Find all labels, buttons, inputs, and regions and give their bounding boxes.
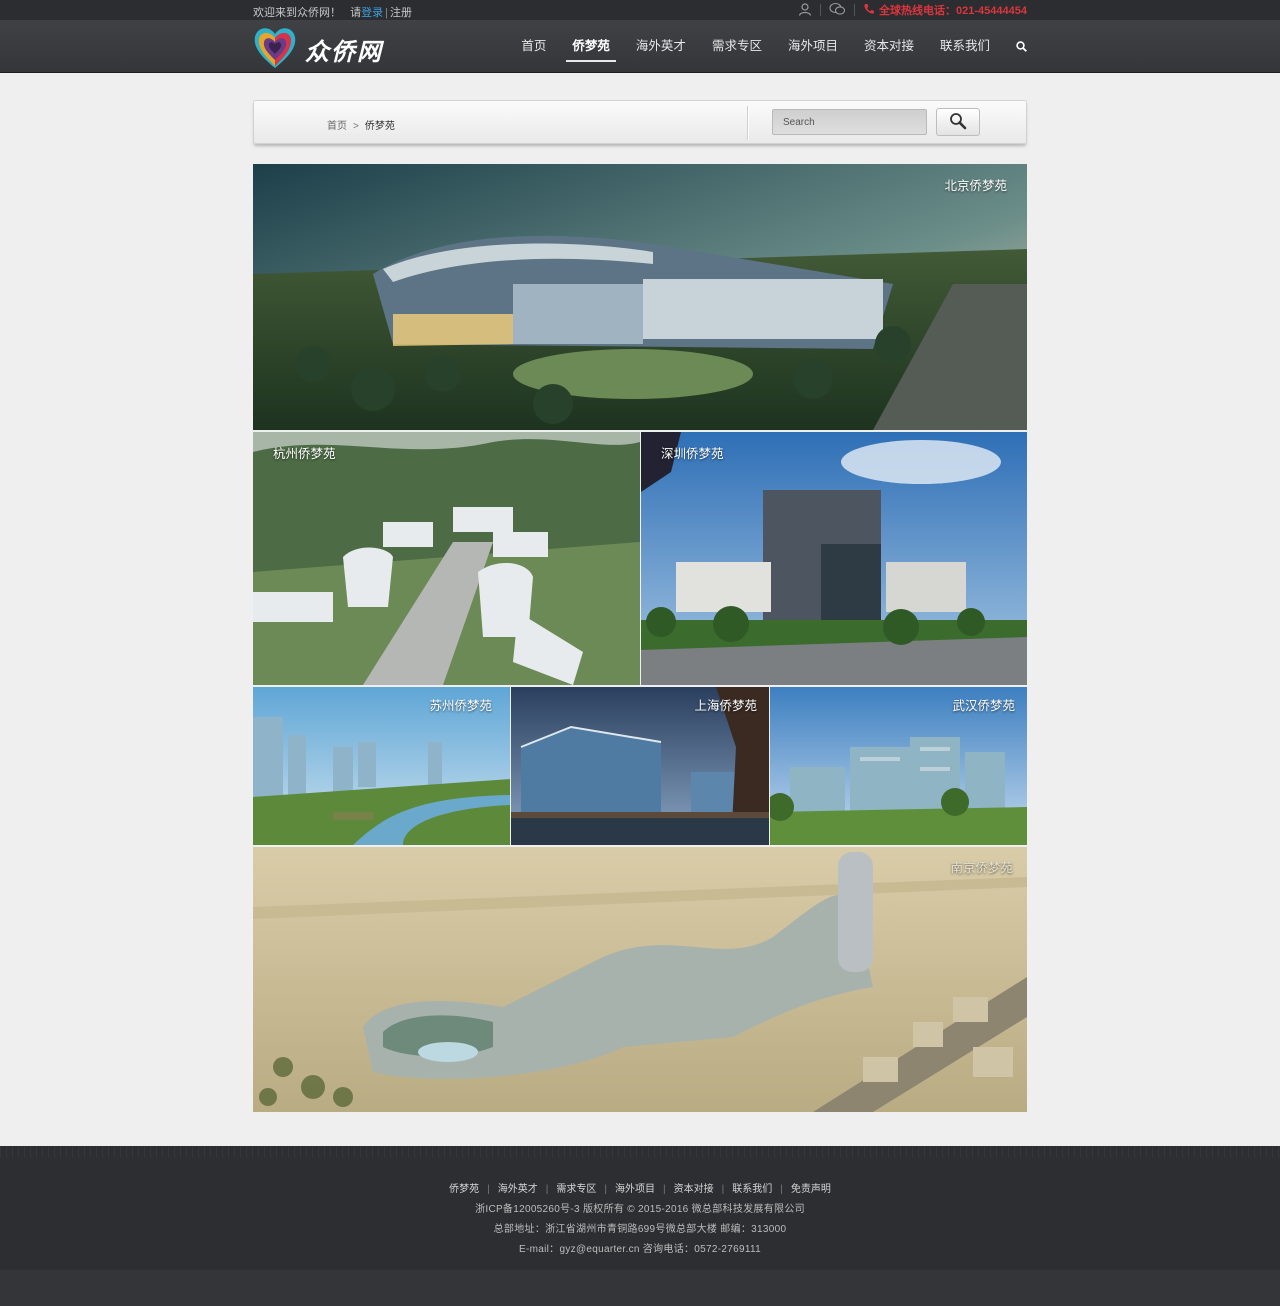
footer-address: 总部地址：浙江省湖州市青铜路699号微总部大楼 邮编：313000 bbox=[493, 1224, 787, 1235]
tile-hangzhou[interactable]: 杭州侨梦苑 bbox=[253, 432, 640, 685]
register-link[interactable]: 注册 bbox=[390, 7, 412, 19]
footer-link-qiaomengyuan[interactable]: 侨梦苑 bbox=[441, 1184, 487, 1195]
shenzhen-image bbox=[641, 432, 1027, 685]
hotline-text: 全球热线电话：021-45444454 bbox=[879, 5, 1027, 17]
please-text: 请 bbox=[350, 7, 362, 19]
tile-suzhou[interactable]: 苏州侨梦苑 bbox=[253, 687, 510, 845]
nav-item-home[interactable]: 首页 bbox=[508, 20, 559, 73]
footer-contact: E-mail：gyz@equarter.cn 咨询电话：0572-2769111 bbox=[519, 1244, 761, 1255]
site-header: 众侨网 首页 侨梦苑 海外英才 需求专区 海外项目 资本对接 联系我们 bbox=[0, 20, 1280, 73]
hotline: 全球热线电话：021-45444454 bbox=[863, 2, 1027, 18]
top-icons: 全球热线电话：021-45444454 bbox=[798, 2, 1027, 18]
footer-texture bbox=[0, 1146, 1280, 1158]
main-nav: 首页 侨梦苑 海外英才 需求专区 海外项目 资本对接 联系我们 bbox=[508, 20, 1027, 73]
tile-shenzhen[interactable]: 深圳侨梦苑 bbox=[641, 432, 1027, 685]
footer-links: 侨梦苑 | 海外英才 | 需求专区 | 海外项目 | 资本对接 | 联系我们 | 免责声明 bbox=[0, 1180, 1280, 1195]
breadcrumb-bar: 首页 > 侨梦苑 bbox=[253, 100, 1027, 144]
divider bbox=[854, 4, 856, 16]
tile-label-wuhan: 武汉侨梦苑 bbox=[952, 699, 1015, 713]
tile-nanjing[interactable]: 南京侨梦苑 bbox=[253, 847, 1027, 1112]
top-bar: 欢迎来到众侨网！ 请登录 | 注册 全球热线电话：021-45444454 bbox=[0, 0, 1280, 20]
footer-link-overseas-talent[interactable]: 海外英才 bbox=[490, 1184, 546, 1195]
search-button[interactable] bbox=[936, 108, 980, 136]
breadcrumb-current: 侨梦苑 bbox=[364, 121, 395, 132]
divider bbox=[747, 106, 749, 140]
tile-beijing[interactable]: 北京侨梦苑 bbox=[253, 164, 1027, 430]
auth-separator: | bbox=[385, 7, 389, 19]
logo-text[interactable]: 众侨网 bbox=[305, 32, 383, 67]
tile-label-shenzhen: 深圳侨梦苑 bbox=[661, 447, 724, 461]
footer-link-contact[interactable]: 联系我们 bbox=[724, 1184, 780, 1195]
footer-bottom-band bbox=[0, 1270, 1280, 1306]
search-input[interactable] bbox=[772, 109, 927, 135]
tile-label-shanghai: 上海侨梦苑 bbox=[694, 699, 757, 713]
nav-item-capital[interactable]: 资本对接 bbox=[851, 20, 927, 73]
breadcrumb-home[interactable]: 首页 bbox=[327, 121, 347, 132]
nanjing-image bbox=[253, 847, 1027, 1112]
login-link[interactable]: 登录 bbox=[361, 7, 383, 19]
breadcrumb-arrow: > bbox=[353, 121, 359, 132]
tile-label-hangzhou: 杭州侨梦苑 bbox=[273, 447, 336, 461]
search-icon bbox=[949, 112, 967, 133]
user-icon[interactable] bbox=[798, 2, 812, 19]
nav-item-overseas-talent[interactable]: 海外英才 bbox=[623, 20, 699, 73]
wechat-icon[interactable] bbox=[829, 2, 846, 19]
hangzhou-image bbox=[253, 432, 640, 685]
nav-item-contact[interactable]: 联系我们 bbox=[927, 20, 1003, 73]
footer-link-demand-zone[interactable]: 需求专区 bbox=[548, 1184, 604, 1195]
footer-copyright: 浙ICP备12005260号-3 版权所有 © 2015-2016 微总部科技发… bbox=[475, 1204, 805, 1215]
divider bbox=[820, 4, 822, 16]
nav-item-demand-zone[interactable]: 需求专区 bbox=[699, 20, 775, 73]
footer-link-disclaimer[interactable]: 免责声明 bbox=[783, 1184, 839, 1195]
tile-wuhan[interactable]: 武汉侨梦苑 bbox=[770, 687, 1027, 845]
nav-item-qiaomengyuan[interactable]: 侨梦苑 bbox=[559, 20, 623, 73]
beijing-image bbox=[253, 164, 1027, 430]
tile-label-nanjing: 南京侨梦苑 bbox=[950, 861, 1013, 875]
welcome-message: 欢迎来到众侨网！ bbox=[253, 7, 341, 19]
tile-label-beijing: 北京侨梦苑 bbox=[944, 179, 1007, 193]
welcome-text: 欢迎来到众侨网！ 请登录 | 注册 bbox=[253, 4, 412, 20]
footer-link-overseas-projects[interactable]: 海外项目 bbox=[607, 1184, 663, 1195]
phone-icon bbox=[863, 3, 875, 18]
breadcrumb: 首页 > 侨梦苑 bbox=[327, 117, 395, 132]
tile-shanghai[interactable]: 上海侨梦苑 bbox=[511, 687, 769, 845]
footer-link-capital[interactable]: 资本对接 bbox=[666, 1184, 722, 1195]
tile-label-suzhou: 苏州侨梦苑 bbox=[429, 699, 492, 713]
nav-search-icon[interactable] bbox=[1003, 20, 1027, 73]
logo-icon[interactable] bbox=[253, 24, 297, 70]
site-footer: 侨梦苑 | 海外英才 | 需求专区 | 海外项目 | 资本对接 | 联系我们 | 免责声明 浙ICP备1… bbox=[0, 1146, 1280, 1306]
nav-item-overseas-projects[interactable]: 海外项目 bbox=[775, 20, 851, 73]
